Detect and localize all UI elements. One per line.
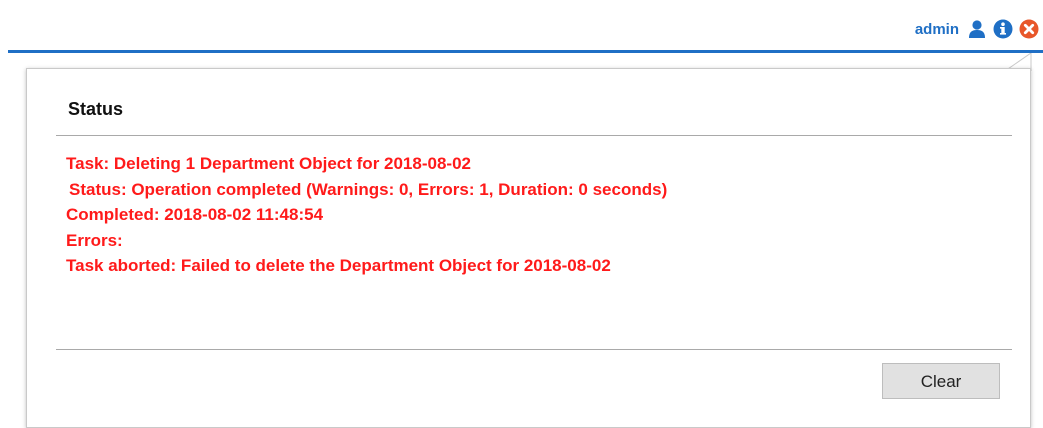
footer-divider	[56, 349, 1012, 350]
message-task: Task: Deleting 1 Department Object for 2…	[66, 154, 471, 173]
top-bar: admin	[0, 0, 1043, 73]
message-task-aborted: Task aborted: Failed to delete the Depar…	[66, 256, 611, 276]
status-title: Status	[68, 99, 124, 119]
username-link[interactable]: admin	[915, 21, 959, 38]
close-circle-icon[interactable]	[1019, 19, 1039, 39]
status-popup: Status Task: Deleting 1 Department Objec…	[26, 68, 1031, 428]
header-accent-line	[8, 50, 1043, 53]
user-area: admin	[915, 18, 1039, 40]
clear-button[interactable]: Clear	[882, 363, 1000, 399]
title-divider	[56, 135, 1012, 136]
user-icon[interactable]	[967, 19, 987, 39]
status-messages: Task: Deleting 1 Department Object for 2…	[66, 151, 1006, 279]
info-icon[interactable]	[993, 19, 1013, 39]
message-errors-label: Errors:	[66, 230, 123, 250]
message-status: Status: Operation completed (Warnings: 0…	[69, 179, 668, 199]
message-completed: Completed: 2018-08-02 11:48:54	[66, 205, 324, 225]
